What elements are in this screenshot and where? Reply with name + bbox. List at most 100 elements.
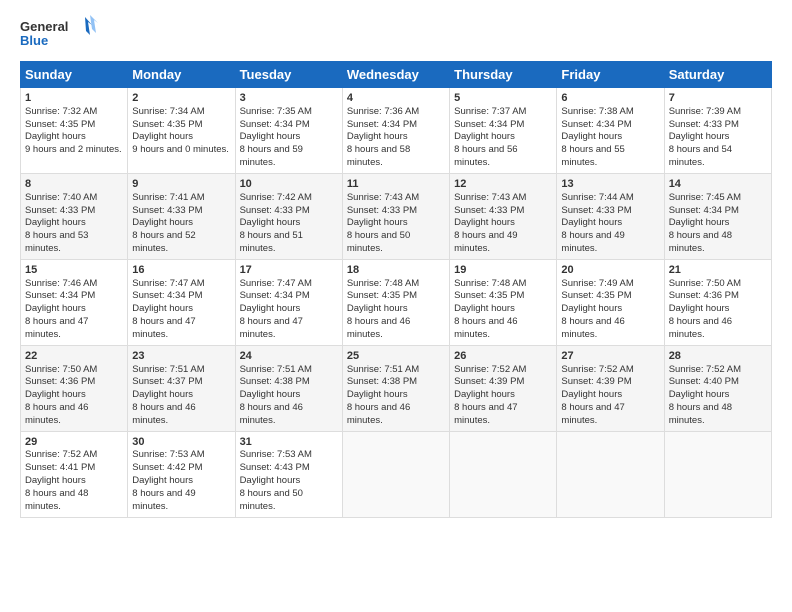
calendar-cell: 15Sunrise: 7:46 AMSunset: 4:34 PMDayligh… [21,259,128,345]
daylight-duration: 8 hours and 54 minutes. [669,144,732,168]
sunrise: Sunrise: 7:47 AM [240,278,312,289]
calendar-cell: 12Sunrise: 7:43 AMSunset: 4:33 PMDayligh… [450,173,557,259]
calendar-cell [557,431,664,517]
sunset: Sunset: 4:35 PM [132,119,202,130]
calendar-cell: 21Sunrise: 7:50 AMSunset: 4:36 PMDayligh… [664,259,771,345]
sunrise: Sunrise: 7:46 AM [25,278,97,289]
day-number: 4 [347,91,445,106]
sunrise: Sunrise: 7:34 AM [132,106,204,117]
daylight-duration: 8 hours and 58 minutes. [347,144,410,168]
daylight: Daylight hours [669,131,730,142]
daylight: Daylight hours [25,217,86,228]
day-number: 20 [561,263,659,278]
week-row-5: 29Sunrise: 7:52 AMSunset: 4:41 PMDayligh… [21,431,772,517]
sunset: Sunset: 4:43 PM [240,462,310,473]
sunset: Sunset: 4:36 PM [25,376,95,387]
week-row-1: 1Sunrise: 7:32 AM Sunset: 4:35 PM Daylight… [21,88,772,174]
sunrise: Sunrise: 7:52 AM [25,449,97,460]
day-number: 28 [669,349,767,364]
daylight: Daylight hours [561,217,622,228]
daylight-duration: 8 hours and 47 minutes. [561,402,624,426]
day-number: 8 [25,177,123,192]
sunrise: Sunrise: 7:50 AM [669,278,741,289]
sunset: Sunset: 4:40 PM [669,376,739,387]
calendar-cell: 28Sunrise: 7:52 AMSunset: 4:40 PMDayligh… [664,345,771,431]
daylight-duration: 8 hours and 48 minutes. [25,488,88,512]
sunset: Sunset: 4:36 PM [669,290,739,301]
day-number: 1 [25,91,123,106]
calendar-cell: 11Sunrise: 7:43 AMSunset: 4:33 PMDayligh… [342,173,449,259]
sunrise: Sunrise: 7:38 AM [561,106,633,117]
page: General Blue SundayMondayTuesdayWednesda… [0,0,792,612]
sunset: Sunset: 4:33 PM [132,205,202,216]
calendar-cell: 6Sunrise: 7:38 AMSunset: 4:34 PMDaylight… [557,88,664,174]
daylight-duration: 8 hours and 48 minutes. [669,402,732,426]
day-number: 10 [240,177,338,192]
daylight-duration: 9 hours and 0 minutes. [132,144,229,155]
daylight: Daylight hours [561,303,622,314]
day-number: 23 [132,349,230,364]
calendar-cell: 22Sunrise: 7:50 AMSunset: 4:36 PMDayligh… [21,345,128,431]
calendar-cell: 4Sunrise: 7:36 AMSunset: 4:34 PMDaylight… [342,88,449,174]
sunset: Sunset: 4:37 PM [132,376,202,387]
daylight: Daylight hours [669,303,730,314]
day-number: 19 [454,263,552,278]
sunrise: Sunrise: 7:44 AM [561,192,633,203]
header: General Blue [20,15,772,53]
daylight-duration: 8 hours and 47 minutes. [25,316,88,340]
col-header-wednesday: Wednesday [342,62,449,88]
sunrise: Sunrise: 7:53 AM [132,449,204,460]
sunrise: Sunrise: 7:49 AM [561,278,633,289]
daylight-duration: 8 hours and 53 minutes. [25,230,88,254]
sunset: Sunset: 4:33 PM [25,205,95,216]
daylight-duration: 8 hours and 47 minutes. [132,316,195,340]
calendar-cell: 29Sunrise: 7:52 AMSunset: 4:41 PMDayligh… [21,431,128,517]
calendar-cell: 7Sunrise: 7:39 AMSunset: 4:33 PMDaylight… [664,88,771,174]
sunrise: Sunrise: 7:45 AM [669,192,741,203]
calendar-cell: 3Sunrise: 7:35 AMSunset: 4:34 PMDaylight… [235,88,342,174]
svg-text:Blue: Blue [20,33,48,48]
daylight: Daylight hours [132,217,193,228]
daylight: Daylight hours [561,389,622,400]
col-header-saturday: Saturday [664,62,771,88]
daylight: Daylight hours [454,131,515,142]
daylight: Daylight hours [25,131,86,142]
daylight-duration: 8 hours and 46 minutes. [347,316,410,340]
daylight-duration: 8 hours and 51 minutes. [240,230,303,254]
logo-svg: General Blue [20,15,100,53]
day-number: 9 [132,177,230,192]
calendar-cell: 17Sunrise: 7:47 AMSunset: 4:34 PMDayligh… [235,259,342,345]
col-header-tuesday: Tuesday [235,62,342,88]
sunrise: Sunrise: 7:36 AM [347,106,419,117]
sunrise: Sunrise: 7:39 AM [669,106,741,117]
sunrise: Sunrise: 7:40 AM [25,192,97,203]
sunrise: Sunrise: 7:42 AM [240,192,312,203]
sunset: Sunset: 4:41 PM [25,462,95,473]
sunrise: Sunrise: 7:47 AM [132,278,204,289]
daylight: Daylight hours [240,131,301,142]
sunrise: Sunrise: 7:43 AM [347,192,419,203]
calendar-cell: 27Sunrise: 7:52 AMSunset: 4:39 PMDayligh… [557,345,664,431]
daylight-duration: 8 hours and 46 minutes. [25,402,88,426]
calendar-cell: 31Sunrise: 7:53 AMSunset: 4:43 PMDayligh… [235,431,342,517]
daylight: Daylight hours [454,303,515,314]
daylight-duration: 9 hours and 2 minutes. [25,144,122,155]
calendar-cell: 18Sunrise: 7:48 AMSunset: 4:35 PMDayligh… [342,259,449,345]
day-number: 27 [561,349,659,364]
daylight: Daylight hours [25,303,86,314]
sunset: Sunset: 4:42 PM [132,462,202,473]
sunset: Sunset: 4:34 PM [132,290,202,301]
svg-text:General: General [20,19,68,34]
day-number: 16 [132,263,230,278]
sunrise: Sunrise: 7:32 AM [25,106,97,117]
day-number: 22 [25,349,123,364]
daylight-duration: 8 hours and 59 minutes. [240,144,303,168]
sunrise: Sunrise: 7:41 AM [132,192,204,203]
daylight: Daylight hours [25,389,86,400]
daylight: Daylight hours [132,475,193,486]
daylight: Daylight hours [454,217,515,228]
calendar-cell [342,431,449,517]
daylight: Daylight hours [347,131,408,142]
daylight: Daylight hours [132,389,193,400]
day-number: 17 [240,263,338,278]
